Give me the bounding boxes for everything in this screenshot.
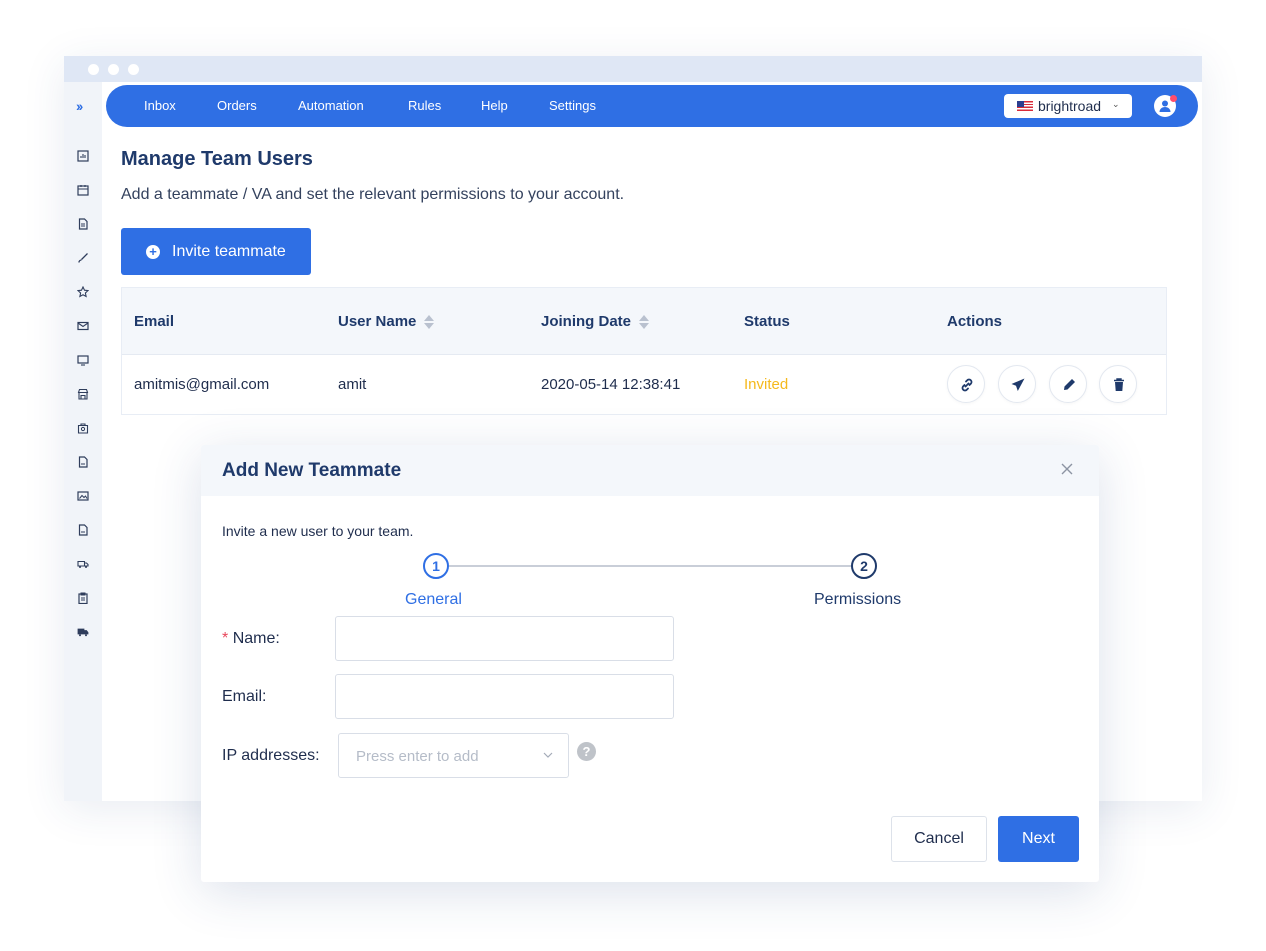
user-icon bbox=[1159, 100, 1171, 112]
nav-item-automation[interactable]: Automation bbox=[298, 98, 364, 113]
add-teammate-modal: Add New Teammate Invite a new user to yo… bbox=[201, 445, 1099, 882]
steps-connector bbox=[449, 565, 851, 567]
notification-dot bbox=[1170, 95, 1177, 102]
nav-item-rules[interactable]: Rules bbox=[408, 98, 441, 113]
name-field[interactable] bbox=[335, 616, 674, 661]
column-header-user-name[interactable]: User Name bbox=[338, 313, 435, 330]
delete-user-button[interactable] bbox=[1099, 365, 1137, 403]
window-dot-maximize[interactable] bbox=[128, 64, 139, 75]
calendar-icon[interactable] bbox=[77, 184, 89, 196]
ip-addresses-label: IP addresses: bbox=[222, 747, 320, 764]
invite-teammate-button[interactable]: + Invite teammate bbox=[121, 228, 311, 275]
clipboard-icon[interactable] bbox=[77, 592, 89, 604]
store-icon[interactable] bbox=[77, 388, 89, 400]
chevron-down-icon bbox=[543, 752, 553, 758]
name-label: * Name: bbox=[222, 630, 280, 647]
top-navbar: Inbox Orders Automation Rules Help Setti… bbox=[106, 85, 1198, 127]
monitor-icon[interactable] bbox=[77, 354, 89, 366]
plus-circle-icon: + bbox=[146, 245, 160, 259]
modal-header: Add New Teammate bbox=[201, 445, 1099, 496]
window-dot-minimize[interactable] bbox=[108, 64, 119, 75]
page-title: Manage Team Users bbox=[121, 148, 313, 170]
image-icon[interactable] bbox=[77, 490, 89, 502]
us-flag-icon bbox=[1017, 101, 1033, 111]
page-subtitle: Add a teammate / VA and set the relevant… bbox=[121, 186, 625, 203]
resend-invite-button[interactable] bbox=[998, 365, 1036, 403]
link-icon bbox=[961, 378, 973, 392]
delivery-icon[interactable] bbox=[77, 626, 89, 638]
window-dot-close[interactable] bbox=[88, 64, 99, 75]
mail-icon[interactable] bbox=[77, 320, 89, 332]
email-label: Email: bbox=[222, 688, 267, 705]
user-avatar[interactable] bbox=[1154, 95, 1177, 117]
nav-item-settings[interactable]: Settings bbox=[549, 98, 596, 113]
close-icon[interactable] bbox=[1059, 461, 1075, 477]
ip-addresses-placeholder: Press enter to add bbox=[356, 748, 479, 765]
invite-teammate-label: Invite teammate bbox=[172, 243, 286, 260]
bag-search-icon[interactable] bbox=[77, 422, 89, 434]
step-2-indicator: 2 bbox=[851, 553, 877, 579]
required-mark: * bbox=[222, 630, 229, 647]
step-1-indicator: 1 bbox=[423, 553, 449, 579]
account-name: brightroad bbox=[1038, 98, 1102, 114]
chevron-down-icon: ⌄ bbox=[1112, 99, 1120, 109]
edit-user-button[interactable] bbox=[1049, 365, 1087, 403]
sort-icon[interactable] bbox=[424, 315, 435, 330]
column-header-status: Status bbox=[744, 313, 790, 330]
nav-item-help[interactable]: Help bbox=[481, 98, 508, 113]
copy-link-button[interactable] bbox=[947, 365, 985, 403]
brush-icon[interactable] bbox=[77, 252, 89, 264]
modal-description: Invite a new user to your team. bbox=[222, 523, 414, 539]
window-titlebar bbox=[64, 56, 1202, 82]
nav-item-inbox[interactable]: Inbox bbox=[144, 98, 176, 113]
file-icon[interactable] bbox=[77, 524, 89, 536]
next-button[interactable]: Next bbox=[998, 816, 1079, 862]
help-icon[interactable]: ? bbox=[577, 742, 596, 761]
cell-email: amitmis@gmail.com bbox=[134, 376, 270, 393]
send-icon bbox=[1011, 378, 1025, 391]
cancel-button[interactable]: Cancel bbox=[891, 816, 987, 862]
sort-icon[interactable] bbox=[639, 315, 650, 330]
column-header-actions: Actions bbox=[947, 313, 1003, 330]
document-icon[interactable] bbox=[77, 218, 89, 230]
table-header: Email User Name Joining Date Status Acti… bbox=[122, 288, 1166, 355]
truck-icon[interactable] bbox=[77, 558, 89, 570]
cell-user-name: amit bbox=[338, 376, 367, 393]
column-header-email: Email bbox=[134, 313, 175, 330]
file-icon[interactable] bbox=[77, 456, 89, 468]
account-switcher[interactable]: brightroad ⌄ bbox=[1004, 94, 1132, 118]
trash-icon bbox=[1114, 378, 1124, 391]
dashboard-icon[interactable] bbox=[77, 150, 89, 162]
ip-addresses-select[interactable]: Press enter to add bbox=[338, 733, 569, 778]
step-2-label: Permissions bbox=[814, 591, 902, 608]
modal-title: Add New Teammate bbox=[222, 460, 402, 481]
nav-item-orders[interactable]: Orders bbox=[217, 98, 257, 113]
column-header-joining-date[interactable]: Joining Date bbox=[541, 313, 650, 330]
edit-icon bbox=[1064, 379, 1075, 390]
step-1-label: General bbox=[405, 591, 462, 608]
status-badge: Invited bbox=[744, 376, 789, 393]
star-icon[interactable] bbox=[77, 286, 89, 298]
double-chevron-right-icon[interactable]: ›› bbox=[76, 98, 83, 114]
sidebar: ›› bbox=[64, 82, 102, 801]
email-field[interactable] bbox=[335, 674, 674, 719]
team-users-table: Email User Name Joining Date Status Acti… bbox=[121, 287, 1167, 415]
cell-joining-date: 2020-05-14 12:38:41 bbox=[541, 376, 681, 393]
